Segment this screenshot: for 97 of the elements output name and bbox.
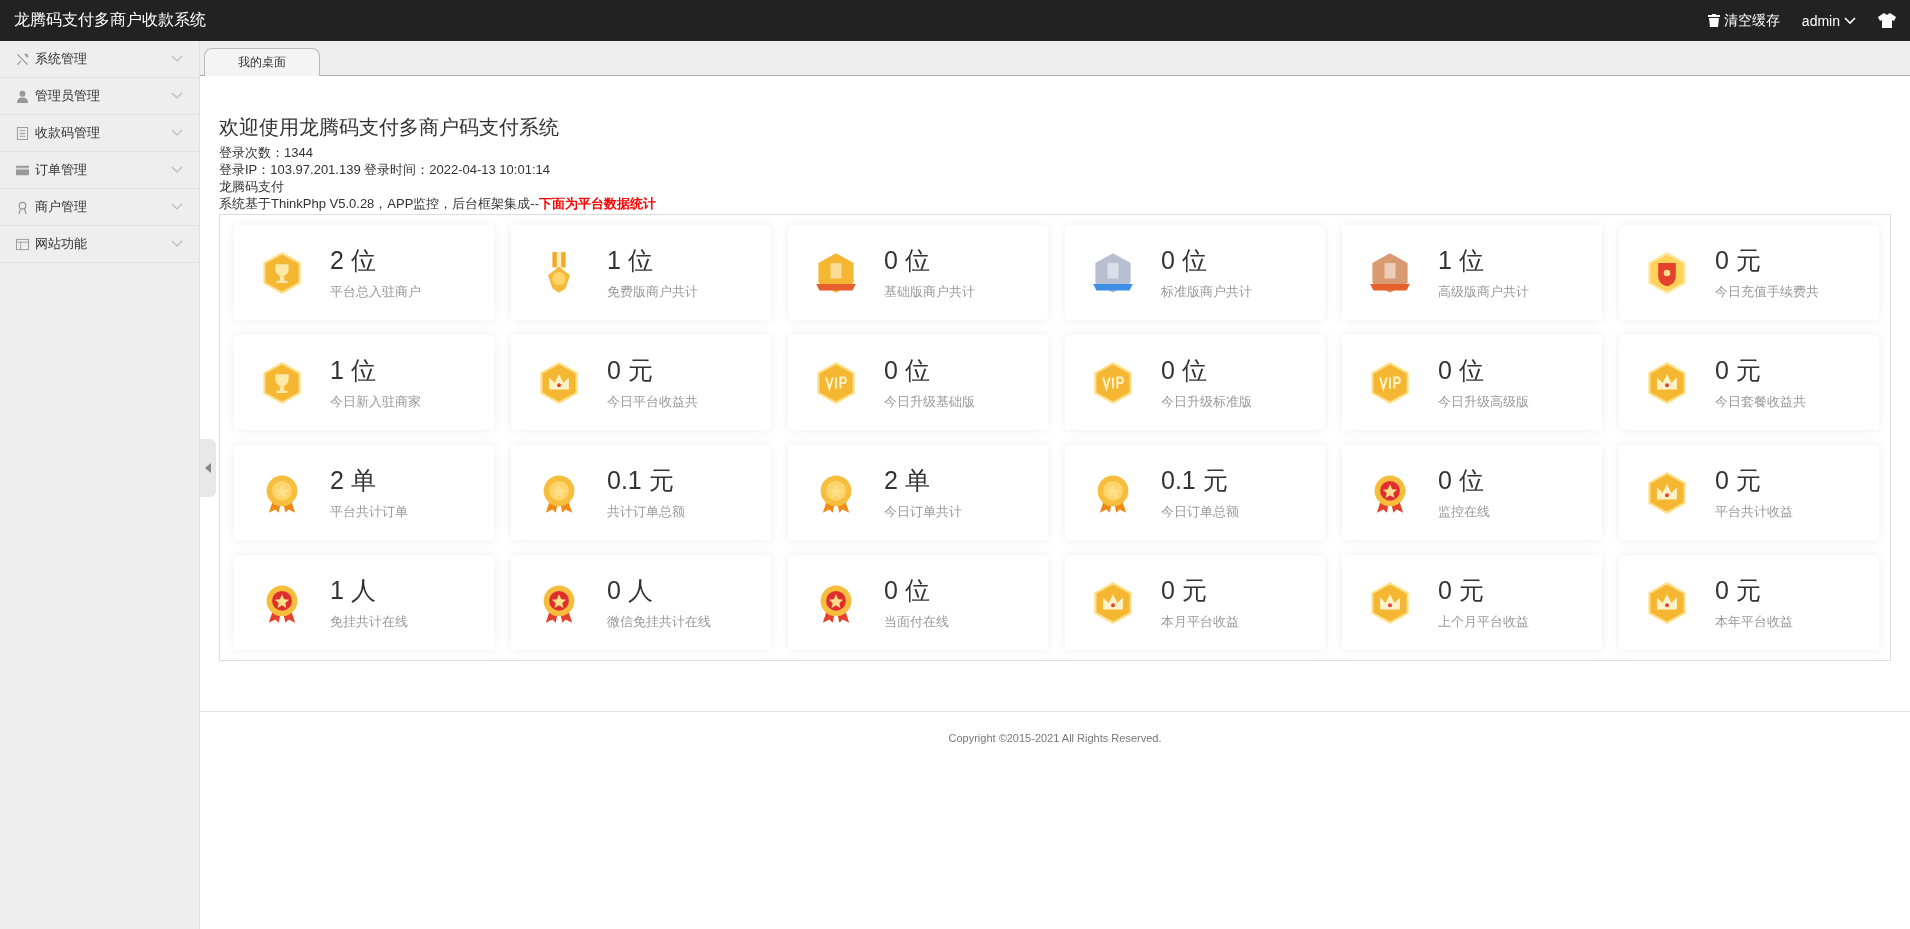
stat-value: 2 位: [330, 245, 377, 276]
stat-value: 2 单: [330, 465, 377, 496]
stat-label: 今日平台收益共: [607, 393, 698, 411]
stat-value: 2 单: [884, 465, 931, 496]
stat-label: 本年平台收益: [1715, 613, 1793, 631]
vip-badge-icon: [1091, 360, 1135, 405]
stat-label: 微信免挂共计在线: [607, 613, 711, 631]
clear-cache-button[interactable]: 清空缓存: [1707, 11, 1780, 30]
stat-value: 0 元: [1715, 355, 1762, 386]
user-icon: [16, 89, 29, 103]
info-line: 登录IP：103.97.201.139 登录时间：2022-04-13 10:01:14: [219, 161, 551, 178]
sidebar-item[interactable]: 管理员管理: [0, 78, 199, 115]
stat-value: 0.1 元: [607, 465, 675, 496]
chevron-down-icon: [171, 129, 183, 137]
stat-label: 平台共计收益: [1715, 503, 1793, 521]
stat-value: 0 位: [1438, 355, 1485, 386]
stat-label: 高级版商户共计: [1438, 283, 1529, 301]
stat-value: 1 位: [330, 355, 377, 386]
tools-icon: [16, 52, 29, 66]
chevron-down-icon: [171, 92, 183, 100]
sidebar-item[interactable]: 收款码管理: [0, 115, 199, 152]
stat-value: 0 位: [1161, 355, 1208, 386]
info-line: 龙腾码支付: [219, 178, 285, 195]
info-line: 登录次数：1344: [219, 144, 314, 161]
stat-value: 0 元: [1438, 575, 1485, 606]
stat-label: 今日套餐收益共: [1715, 393, 1806, 411]
crown-badge-icon: [1645, 360, 1689, 405]
welcome-title: 欢迎使用龙腾码支付多商户码支付系统: [219, 115, 560, 140]
trash-icon: [1707, 14, 1720, 27]
stat-label: 标准版商户共计: [1161, 283, 1252, 301]
stat-value: 0 元: [1715, 465, 1762, 496]
crown-badge-icon: [1091, 580, 1135, 625]
theme-button[interactable]: [1878, 13, 1896, 28]
stat-label: 今日充值手续费共: [1715, 283, 1819, 301]
stat-value: 0 元: [607, 355, 654, 386]
stat-value: 0 元: [1715, 575, 1762, 606]
sidebar-item[interactable]: 网站功能: [0, 226, 199, 263]
trophy-badge-icon: [260, 360, 304, 405]
window-icon: [16, 237, 29, 251]
stat-label: 今日升级基础版: [884, 393, 975, 411]
rank-badge-icon: [1091, 250, 1135, 295]
rank-badge-icon: [814, 250, 858, 295]
stat-label: 基础版商户共计: [884, 283, 975, 301]
sidebar-item[interactable]: 系统管理: [0, 41, 199, 78]
stat-value: 1 位: [607, 245, 654, 276]
stat-label: 当面付在线: [884, 613, 949, 631]
crown-badge-icon: [1645, 580, 1689, 625]
stat-label: 今日订单总额: [1161, 503, 1239, 521]
chevron-down-icon: [171, 55, 183, 63]
person-icon: [16, 200, 29, 214]
stat-label: 今日升级高级版: [1438, 393, 1529, 411]
info-line: 系统基于ThinkPhp V5.0.28，APP监控，后台框架集成--下面为平台数据统计: [219, 195, 658, 212]
stat-value: 0 人: [607, 575, 654, 606]
shirt-icon: [1878, 13, 1896, 28]
stat-value: 0 元: [1161, 575, 1208, 606]
stat-label: 监控在线: [1438, 503, 1490, 521]
crown-badge-icon: [1645, 470, 1689, 515]
document-icon: [16, 126, 29, 140]
stat-label: 今日订单共计: [884, 503, 962, 521]
stat-value: 0 元: [1715, 245, 1762, 276]
stat-value: 0 位: [884, 245, 931, 276]
card-icon: [16, 163, 29, 177]
stat-value: 1 位: [1438, 245, 1485, 276]
crown-badge-icon: [1368, 580, 1412, 625]
rank-badge-icon: [1368, 250, 1412, 295]
stat-label: 免费版商户共计: [607, 283, 698, 301]
stat-value: 1 人: [330, 575, 377, 606]
stat-label: 平台总入驻商户: [330, 283, 421, 301]
sidebar-toggle[interactable]: [200, 439, 216, 497]
sidebar-item[interactable]: 商户管理: [0, 189, 199, 226]
app-title: 龙腾码支付多商户收款系统: [14, 10, 206, 30]
stat-label: 今日升级标准版: [1161, 393, 1252, 411]
sidebar-item[interactable]: 订单管理: [0, 152, 199, 189]
tab[interactable]: 我的桌面: [204, 48, 320, 76]
stat-label: 本月平台收益: [1161, 613, 1239, 631]
crown-badge-icon: [537, 360, 581, 405]
stat-label: 上个月平台收益: [1438, 613, 1529, 631]
chevron-down-icon: [171, 240, 183, 248]
stat-value: 0 位: [1438, 465, 1485, 496]
stat-value: 0 位: [884, 575, 931, 606]
stat-label: 共计订单总额: [607, 503, 685, 521]
stat-label: 平台共计订单: [330, 503, 408, 521]
chevron-down-icon: [1844, 16, 1856, 25]
stat-value: 0 位: [1161, 245, 1208, 276]
vip-badge-icon: [814, 360, 858, 405]
chevron-down-icon: [171, 166, 183, 174]
stat-value: 0 位: [884, 355, 931, 386]
copyright-text: Copyright ©2015-2021 All Rights Reserved.: [948, 732, 1162, 744]
stat-label: 免挂共计在线: [330, 613, 408, 631]
stat-label: 今日新入驻商家: [330, 393, 421, 411]
chevron-down-icon: [171, 203, 183, 211]
vip-badge-icon: [1368, 360, 1412, 405]
trophy-badge-icon: [260, 250, 304, 295]
user-menu[interactable]: admin: [1801, 12, 1856, 29]
stat-value: 0.1 元: [1161, 465, 1229, 496]
shield-badge-icon: [1645, 250, 1689, 295]
caret-left-icon: [205, 463, 211, 473]
